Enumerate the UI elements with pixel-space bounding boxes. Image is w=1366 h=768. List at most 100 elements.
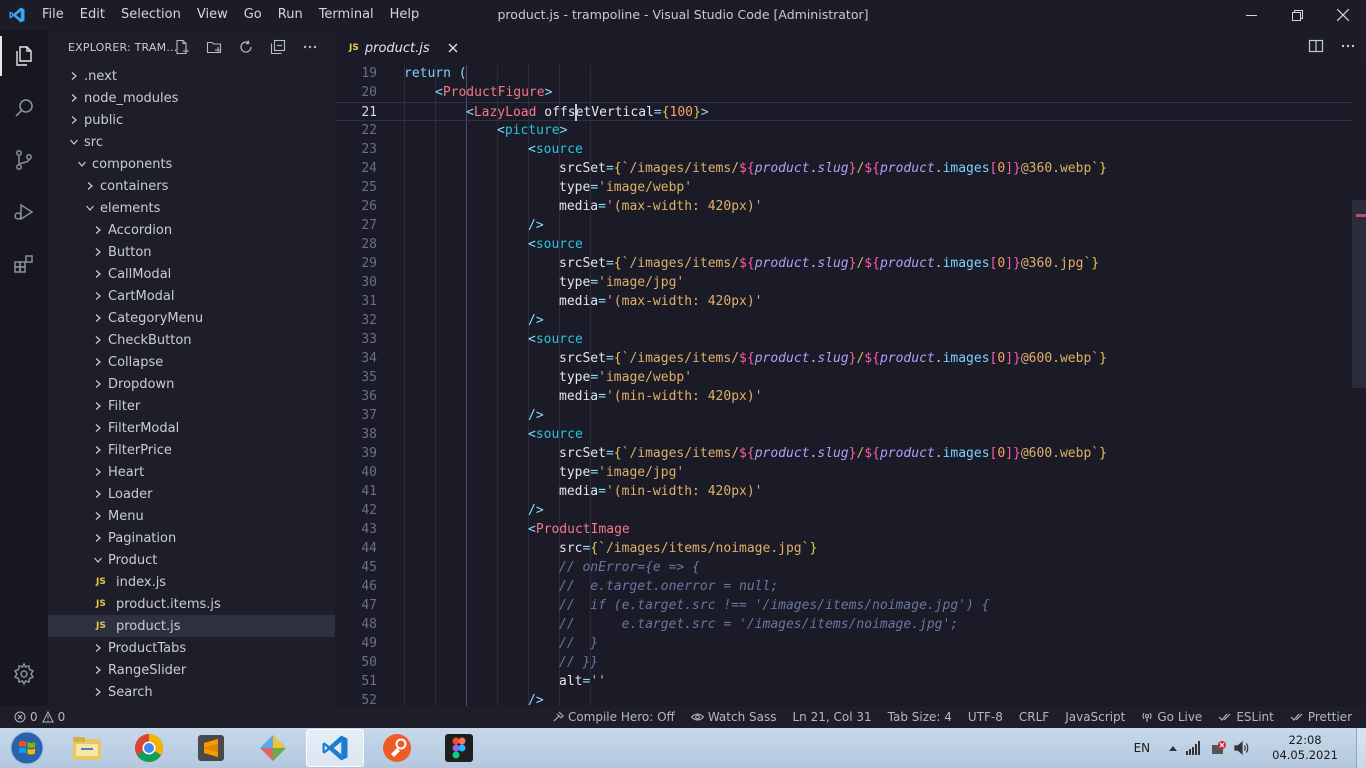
code-line[interactable]: 19 return ( xyxy=(335,65,1353,83)
folder-item[interactable]: Search xyxy=(48,681,335,703)
source-control-icon[interactable] xyxy=(0,134,48,186)
figma-taskbar-icon[interactable] xyxy=(430,729,488,767)
folder-item[interactable]: Product xyxy=(48,549,335,571)
code-line[interactable]: 34 srcSet={`/images/items/${product.slug}… xyxy=(335,349,1353,368)
code-line[interactable]: 42 /> xyxy=(335,501,1353,520)
show-desktop-button[interactable] xyxy=(1356,728,1366,768)
folder-item[interactable]: CategoryMenu xyxy=(48,307,335,329)
extensions-icon[interactable] xyxy=(0,238,48,290)
code-line[interactable]: 40 type='image/jpg' xyxy=(335,463,1353,482)
folder-item[interactable]: Collapse xyxy=(48,351,335,373)
code-line[interactable]: 30 type='image/jpg' xyxy=(335,273,1353,292)
menu-help[interactable]: Help xyxy=(382,0,428,30)
security-alert-icon[interactable] xyxy=(1210,740,1227,756)
editor-scrollbar[interactable] xyxy=(1352,65,1366,706)
close-button[interactable] xyxy=(1320,0,1366,30)
tab-product-js[interactable]: JS product.js xyxy=(335,30,472,65)
new-folder-icon[interactable] xyxy=(203,36,225,58)
code-line[interactable]: 39 srcSet={`/images/items/${product.slug}… xyxy=(335,444,1353,463)
menu-go[interactable]: Go xyxy=(236,0,270,30)
folder-item[interactable]: containers xyxy=(48,175,335,197)
code-editor[interactable]: 19 return (20 <ProductFigure> 21 <LazyLoad o… xyxy=(335,65,1366,706)
menu-file[interactable]: File xyxy=(34,0,72,30)
code-line[interactable]: 22 <picture> xyxy=(335,121,1353,140)
code-line[interactable]: 29 srcSet={`/images/items/${product.slug}… xyxy=(335,254,1353,273)
chrome-taskbar-icon[interactable] xyxy=(120,729,178,767)
file-item[interactable]: JS index.js xyxy=(48,571,335,593)
status-item[interactable]: Go Live xyxy=(1141,710,1202,724)
status-item[interactable]: Ln 21, Col 31 xyxy=(792,710,871,724)
file-explorer-taskbar-icon[interactable] xyxy=(58,729,116,767)
folder-item[interactable]: CheckButton xyxy=(48,329,335,351)
folder-item[interactable]: Dropdown xyxy=(48,373,335,395)
status-item[interactable]: JavaScript xyxy=(1065,710,1125,724)
status-item[interactable]: CRLF xyxy=(1019,710,1049,724)
folder-item[interactable]: node_modules xyxy=(48,87,335,109)
folder-item[interactable]: Loader xyxy=(48,483,335,505)
folder-item[interactable]: Menu xyxy=(48,505,335,527)
start-button[interactable] xyxy=(0,728,54,768)
network-signal-icon[interactable] xyxy=(1186,741,1202,755)
code-line[interactable]: 45 // onError={e => { xyxy=(335,558,1353,577)
language-indicator[interactable]: EN xyxy=(1134,741,1151,755)
folder-item[interactable]: .next xyxy=(48,65,335,87)
folder-item[interactable]: Pagination xyxy=(48,527,335,549)
folder-item[interactable]: FilterModal xyxy=(48,417,335,439)
code-line[interactable]: 32 /> xyxy=(335,311,1353,330)
code-line[interactable]: 31 media='(max-width: 420px)' xyxy=(335,292,1353,311)
sourcetree-taskbar-icon[interactable] xyxy=(244,729,302,767)
minimize-button[interactable] xyxy=(1228,0,1274,30)
folder-item[interactable]: components xyxy=(48,153,335,175)
code-line[interactable]: 20 <ProductFigure> xyxy=(335,83,1353,102)
folder-item[interactable]: Accordion xyxy=(48,219,335,241)
folder-item[interactable]: Button xyxy=(48,241,335,263)
volume-icon[interactable] xyxy=(1234,741,1250,755)
code-line[interactable]: 41 media='(min-width: 420px)' xyxy=(335,482,1353,501)
code-line[interactable]: 27 /> xyxy=(335,216,1353,235)
code-line[interactable]: 43 <ProductImage xyxy=(335,520,1353,539)
restore-button[interactable] xyxy=(1274,0,1320,30)
code-line[interactable]: 38 <source xyxy=(335,425,1353,444)
status-item[interactable]: UTF-8 xyxy=(968,710,1003,724)
collapse-all-icon[interactable] xyxy=(267,36,289,58)
code-line[interactable]: 51 alt='' xyxy=(335,672,1353,691)
postman-taskbar-icon[interactable] xyxy=(368,729,426,767)
more-actions-icon[interactable] xyxy=(1340,38,1356,58)
code-line[interactable]: 49 // } xyxy=(335,634,1353,653)
menu-terminal[interactable]: Terminal xyxy=(311,0,382,30)
code-line[interactable]: 21 <LazyLoad offsetVertical={100}> xyxy=(335,102,1353,121)
folder-item[interactable]: FilterPrice xyxy=(48,439,335,461)
folder-item[interactable]: Filter xyxy=(48,395,335,417)
clock[interactable]: 22:08 04.05.2021 xyxy=(1272,733,1338,763)
refresh-icon[interactable] xyxy=(235,36,257,58)
vscode-taskbar-icon[interactable] xyxy=(306,729,364,767)
status-item[interactable]: ESLint xyxy=(1218,710,1274,724)
code-line[interactable]: 28 <source xyxy=(335,235,1353,254)
code-line[interactable]: 26 media='(max-width: 420px)' xyxy=(335,197,1353,216)
code-line[interactable]: 47 // if (e.target.src !== '/images/items… xyxy=(335,596,1353,615)
code-line[interactable]: 25 type='image/webp' xyxy=(335,178,1353,197)
search-icon[interactable] xyxy=(0,82,48,134)
code-line[interactable]: 37 /> xyxy=(335,406,1353,425)
scrollbar-thumb[interactable] xyxy=(1352,200,1366,388)
code-line[interactable]: 24 srcSet={`/images/items/${product.slug}… xyxy=(335,159,1353,178)
code-line[interactable]: 35 type='image/webp' xyxy=(335,368,1353,387)
folder-item[interactable]: elements xyxy=(48,197,335,219)
code-line[interactable]: 44 src={`/images/items/noimage.jpg`} xyxy=(335,539,1353,558)
file-item[interactable]: JS product.js xyxy=(48,615,335,637)
status-item[interactable]: Watch Sass xyxy=(690,710,776,724)
code-line[interactable]: 46 // e.target.onerror = null; xyxy=(335,577,1353,596)
status-item[interactable]: Prettier xyxy=(1290,710,1352,724)
code-line[interactable]: 23 <source xyxy=(335,140,1353,159)
split-editor-icon[interactable] xyxy=(1308,38,1324,58)
show-hidden-icons-icon[interactable] xyxy=(1168,744,1178,752)
menu-run[interactable]: Run xyxy=(270,0,311,30)
folder-item[interactable]: CallModal xyxy=(48,263,335,285)
code-line[interactable]: 50 // }} xyxy=(335,653,1353,672)
new-file-icon[interactable] xyxy=(171,36,193,58)
folder-item[interactable]: CartModal xyxy=(48,285,335,307)
code-line[interactable]: 33 <source xyxy=(335,330,1353,349)
code-line[interactable]: 48 // e.target.src = '/images/items/noima… xyxy=(335,615,1353,634)
menu-selection[interactable]: Selection xyxy=(113,0,189,30)
close-tab-icon[interactable] xyxy=(444,43,462,53)
